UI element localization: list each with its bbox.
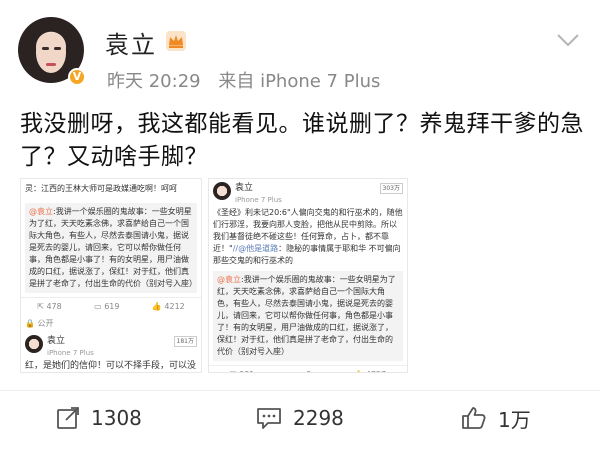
like-button[interactable]: 1万 <box>460 403 531 433</box>
repost-button[interactable]: 1308 <box>55 403 142 433</box>
embedded-like-count: 4727 <box>366 370 386 372</box>
embedded-tag: 303万 <box>379 183 403 194</box>
comment-button[interactable]: 2298 <box>255 403 344 433</box>
embedded-right-body: 《圣经》利未记20:6"人偏向交鬼的和行巫术的，随他们行邪淫，我要向那人变脸，把… <box>209 207 407 267</box>
embedded-screenshot-right: 袁立 iPhone 7 Plus 303万 《圣经》利未记20:6"人偏向交鬼的… <box>208 178 408 373</box>
embedded-image[interactable]: 灵：江西的王林大师可是政媒通吃啊！呵呵 @袁立:我讲一个娱乐圈的鬼故事：一些女明… <box>20 178 580 373</box>
avatar-eye <box>54 47 61 50</box>
source-prefix: 来自 <box>218 71 255 92</box>
avatar-face <box>36 33 66 73</box>
scripture-source: 《圣经》利未记20:6 <box>213 208 287 217</box>
verified-badge-icon: V <box>68 68 86 86</box>
chevron-down-icon[interactable] <box>556 32 580 48</box>
username[interactable]: 袁立 <box>105 25 157 60</box>
embedded-actions: ⇱ 381 ▭ 5 👍 4727 <box>209 365 407 372</box>
post-text: 我没删呀，我这都能看见。谁说删了？养鬼拜干爹的急了？又动啥手脚？ <box>20 111 584 170</box>
embedded-right-header: 袁立 iPhone 7 Plus 303万 <box>209 179 407 207</box>
embedded-mention: //@他是道路 <box>232 244 279 253</box>
comment-icon <box>257 408 281 429</box>
thumbs-up-icon <box>462 407 486 429</box>
embedded-second-text: 红，是她们的信仰！可以不择手段，可以没有 <box>25 361 197 371</box>
embedded-mention: @袁立 <box>29 207 53 216</box>
embedded-repost-count: 478 <box>46 302 62 311</box>
embedded-quote-text: :我讲一个娱乐圈的鬼故事：一些女明星为了红，天天吃素念佛，求喜萨给自己一个国际大… <box>29 207 197 288</box>
repost-icon <box>57 407 79 429</box>
source-device[interactable]: iPhone 7 Plus <box>260 71 380 92</box>
embedded-second-header: 袁立 iPhone 7 Plus 181万 <box>21 332 201 360</box>
like-count: 1万 <box>498 407 531 432</box>
member-crown-icon[interactable] <box>165 30 187 52</box>
embedded-quote: @袁立:我讲一个娱乐圈的鬼故事：一些女明星为了红，天天吃素念佛，求喜萨给自己一个… <box>25 203 197 293</box>
embedded-time: iPhone 7 Plus <box>235 196 282 204</box>
repost-count: 1308 <box>91 406 142 430</box>
avatar-lips <box>46 63 56 66</box>
embedded-avatar <box>25 335 43 353</box>
action-bar: 1308 2298 1万 <box>0 390 600 445</box>
embedded-like-count: 4212 <box>164 302 185 311</box>
embedded-comment-count: 619 <box>104 302 120 311</box>
post-header: V 袁立 昨天 20:29 来自 iPhone 7 Plus <box>0 0 600 100</box>
embedded-public-label: 🔒 公开 <box>25 319 54 328</box>
embedded-comment-count: 5 <box>306 370 311 372</box>
comment-count: 2298 <box>293 406 344 430</box>
embedded-avatar <box>213 182 231 200</box>
post-meta: 昨天 20:29 来自 iPhone 7 Plus <box>107 67 380 93</box>
avatar-eye <box>42 47 49 50</box>
embedded-actions: ⇱ 478 ▭ 619 👍 4212 <box>21 297 201 316</box>
embedded-screenshot-left: 灵：江西的王林大师可是政媒通吃啊！呵呵 @袁立:我讲一个娱乐圈的鬼故事：一些女明… <box>20 178 202 373</box>
embedded-repost-count: 381 <box>239 370 254 372</box>
embedded-time: iPhone 7 Plus <box>47 349 94 357</box>
embedded-quote-text: :我讲一个娱乐圈的鬼故事：一些女明星为了红，天天吃素念佛，求喜萨给自己一个国际大… <box>217 275 396 356</box>
embedded-tag: 181万 <box>173 336 197 347</box>
embedded-quote: @袁立:我讲一个娱乐圈的鬼故事：一些女明星为了红，天天吃素念佛，求喜萨给自己一个… <box>213 271 403 361</box>
embedded-mention: @袁立 <box>217 275 241 284</box>
embedded-header-line: 灵：江西的王林大师可是政媒通吃啊！呵呵 <box>25 184 177 193</box>
post-time: 昨天 20:29 <box>107 71 201 92</box>
